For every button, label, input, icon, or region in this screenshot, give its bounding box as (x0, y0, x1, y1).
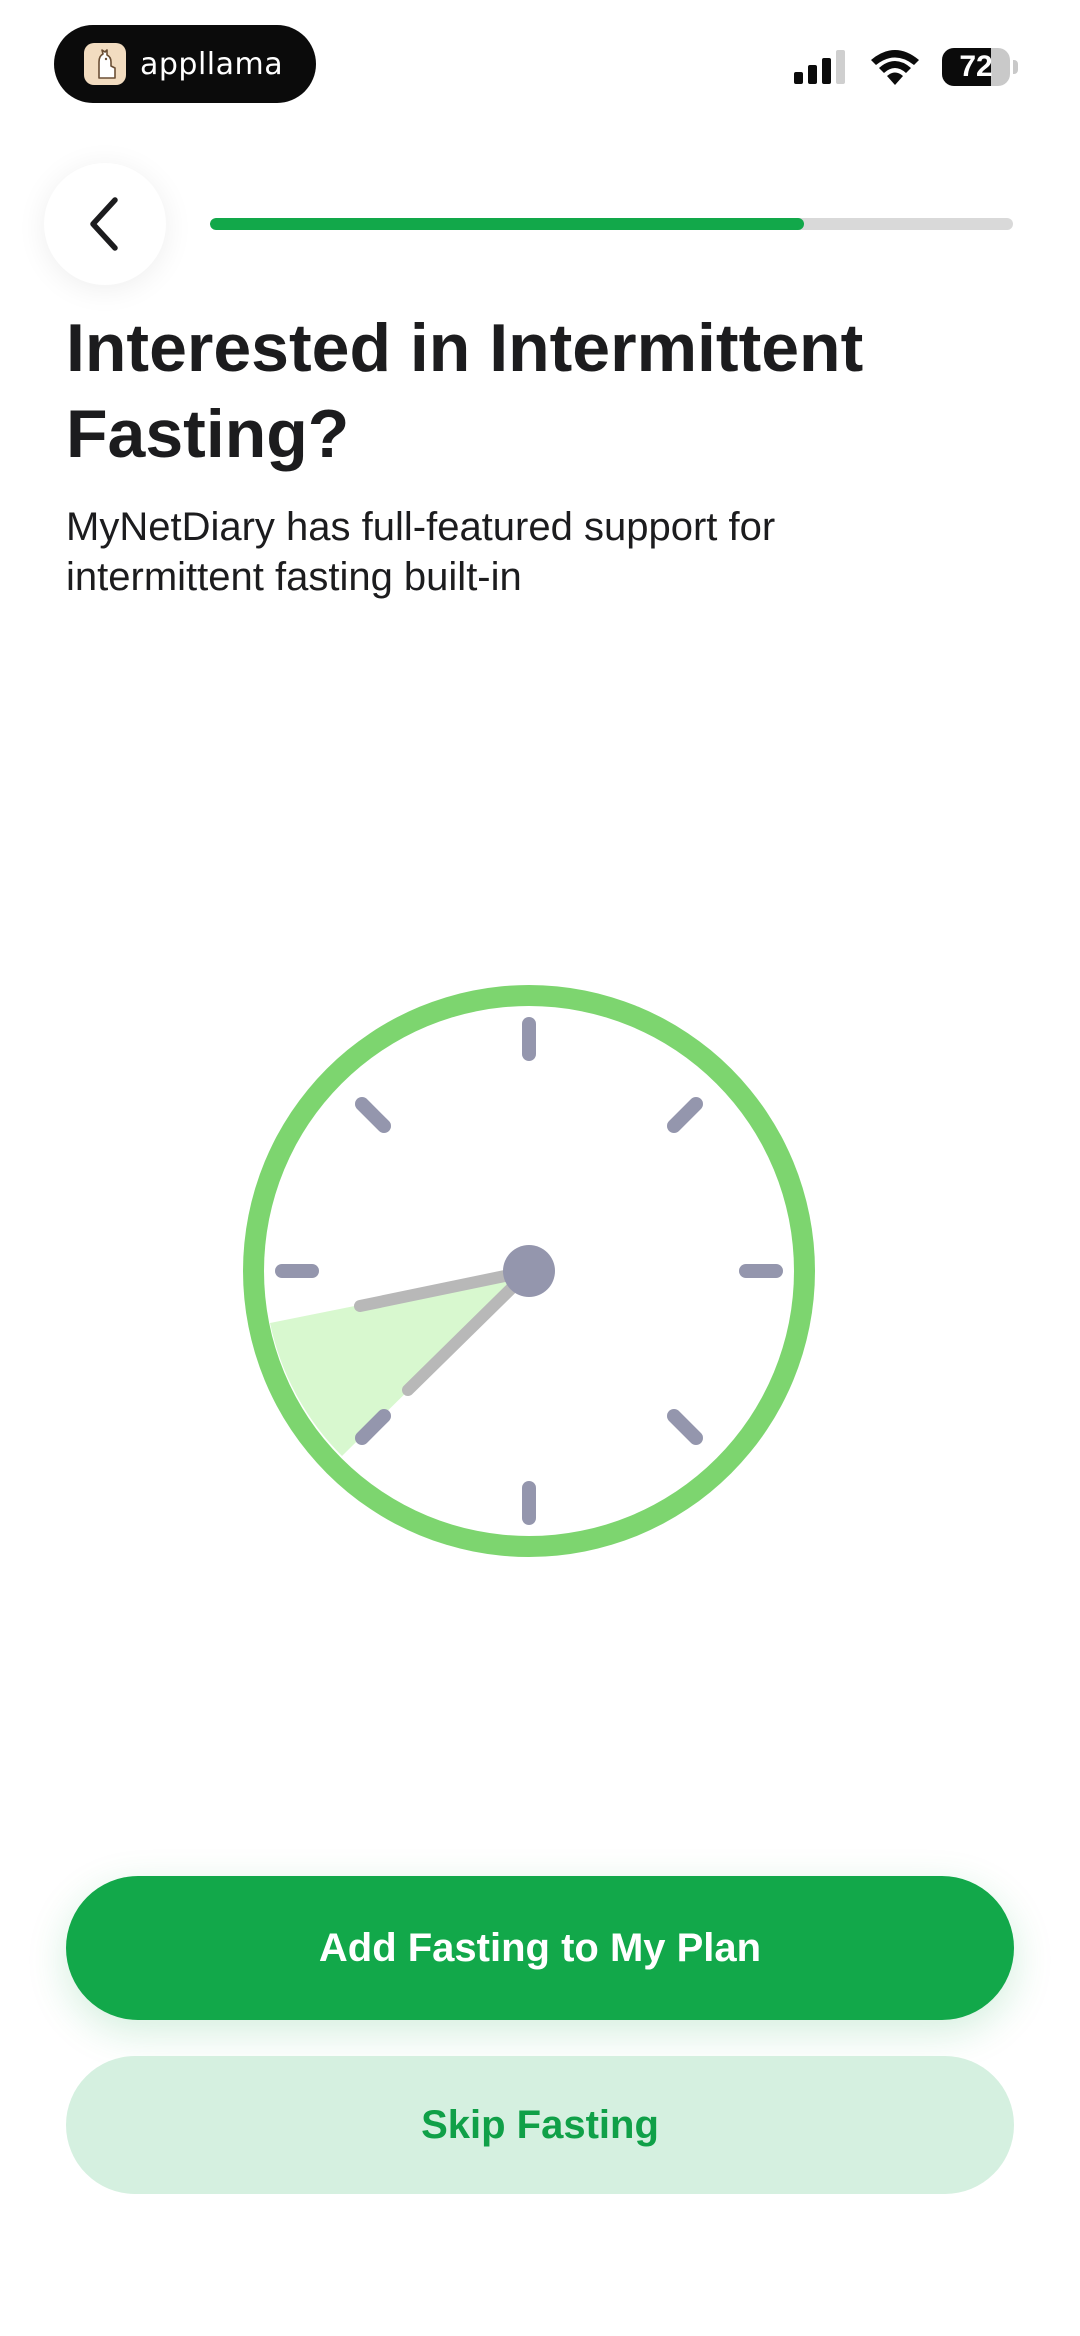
cellular-signal-icon (794, 50, 845, 84)
progress-fill (210, 218, 805, 230)
back-button[interactable] (44, 163, 166, 285)
battery-icon: 72 (942, 48, 1018, 86)
skip-fasting-button[interactable]: Skip Fasting (66, 2056, 1014, 2194)
app-badge: appllama (54, 25, 316, 103)
add-fasting-button[interactable]: Add Fasting to My Plan (66, 1876, 1014, 2020)
app-badge-label: appllama (140, 46, 284, 82)
clock-icon (224, 966, 834, 1576)
llama-logo-icon (84, 43, 126, 85)
status-bar: appllama 72 (0, 0, 1080, 110)
clock-center (503, 1245, 555, 1297)
onboarding-progress-bar (210, 218, 1013, 230)
battery-tip (1013, 60, 1018, 74)
status-indicators: 72 (794, 48, 1018, 86)
wifi-icon (871, 50, 919, 85)
chevron-left-icon (90, 197, 118, 251)
page-subtitle: MyNetDiary has full-featured support for… (66, 505, 776, 599)
page-title: Interested in Intermittent Fasting? (66, 310, 864, 472)
battery-percentage: 72 (959, 50, 993, 83)
